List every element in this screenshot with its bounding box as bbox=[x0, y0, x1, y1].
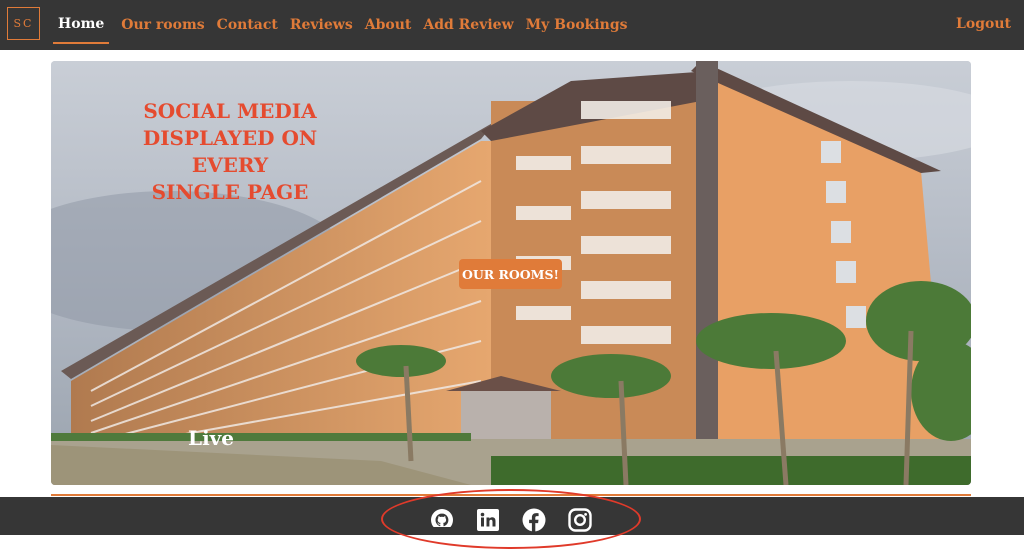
hero-caption-line: DISPLAYED ON EVERY bbox=[142, 126, 318, 177]
hero-image: SOCIAL MEDIA DISPLAYED ON EVERY SINGLE P… bbox=[51, 61, 971, 485]
logo[interactable]: SC bbox=[7, 7, 40, 40]
nav-contact[interactable]: Contact bbox=[217, 18, 278, 32]
live-label: Live bbox=[188, 426, 235, 450]
nav-links: Home Our rooms Contact Reviews About Add… bbox=[53, 0, 640, 50]
our-rooms-button[interactable]: OUR ROOMS! bbox=[459, 259, 562, 289]
nav-about[interactable]: About bbox=[365, 18, 412, 32]
nav-our-rooms[interactable]: Our rooms bbox=[121, 18, 204, 32]
nav-reviews[interactable]: Reviews bbox=[290, 18, 353, 32]
nav-add-review[interactable]: Add Review bbox=[423, 18, 513, 32]
nav-my-bookings[interactable]: My Bookings bbox=[526, 18, 628, 32]
hero-caption: SOCIAL MEDIA DISPLAYED ON EVERY SINGLE P… bbox=[110, 98, 350, 206]
nav-home[interactable]: Home bbox=[53, 17, 110, 44]
hero-caption-line: SOCIAL MEDIA bbox=[143, 99, 317, 123]
hero-caption-line: SINGLE PAGE bbox=[151, 180, 309, 204]
logout-link[interactable]: Logout bbox=[956, 16, 1011, 32]
navbar: SC Home Our rooms Contact Reviews About … bbox=[0, 0, 1024, 50]
annotation-ellipse bbox=[381, 489, 641, 549]
